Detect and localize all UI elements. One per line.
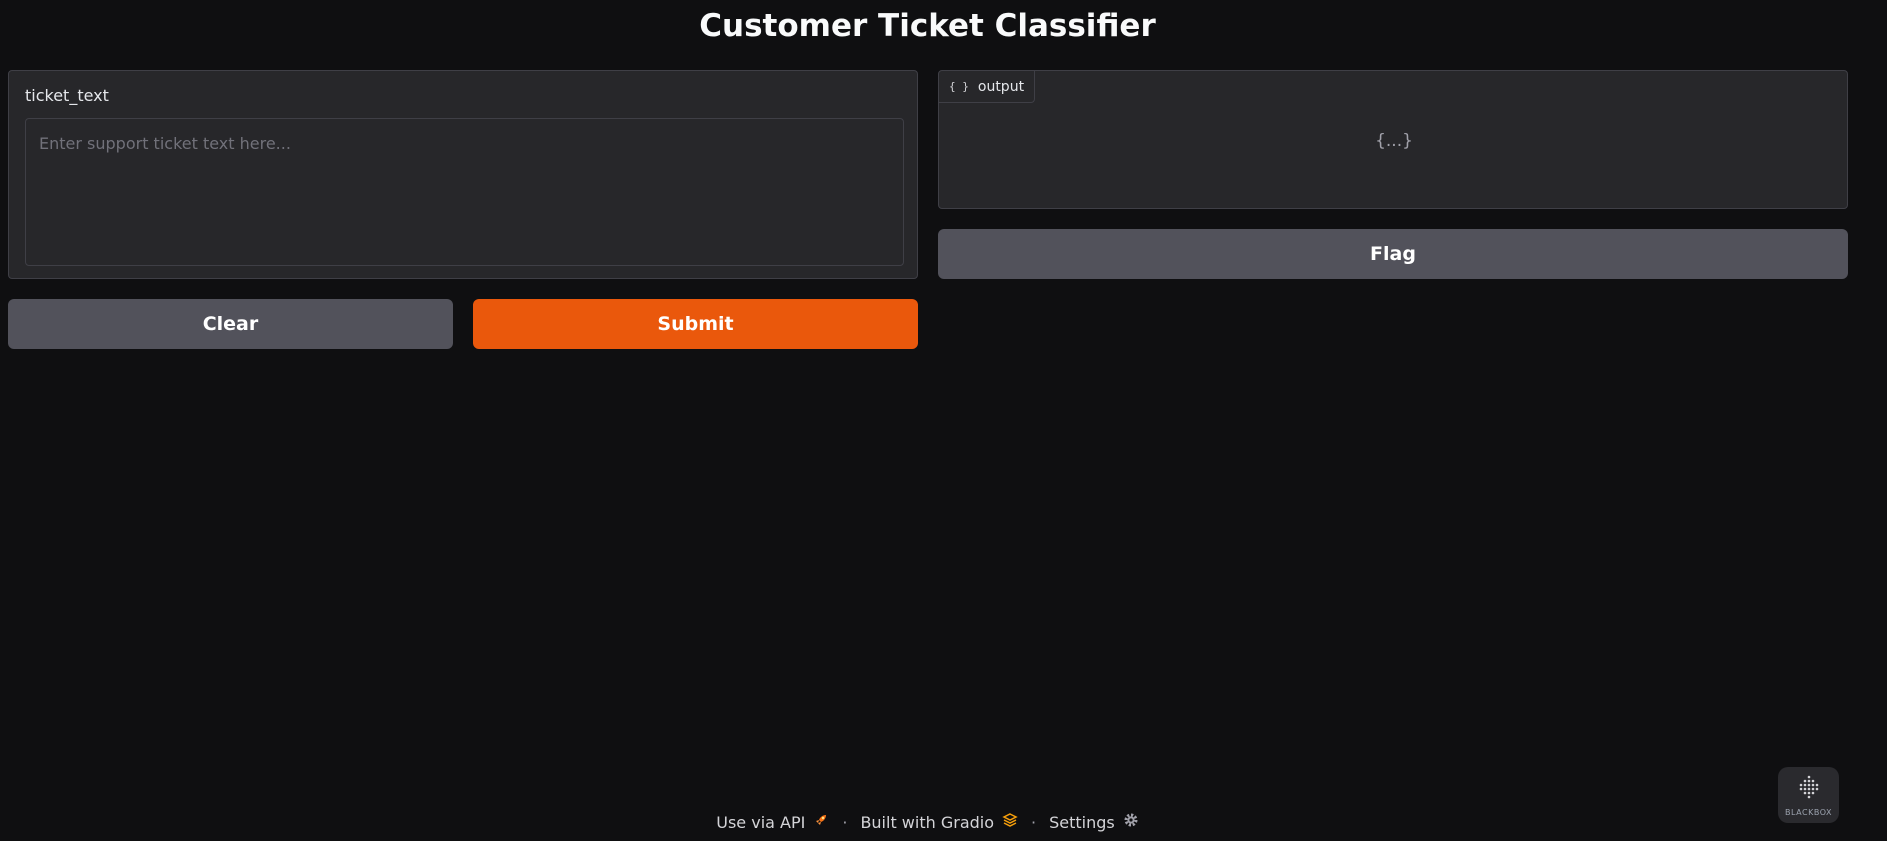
use-via-api-label: Use via API xyxy=(716,812,806,832)
submit-button[interactable]: Submit xyxy=(473,299,918,349)
ticket-text-label: ticket_text xyxy=(25,86,109,105)
flag-button[interactable]: Flag xyxy=(938,229,1848,279)
built-with-gradio-label: Built with Gradio xyxy=(860,812,995,832)
footer-separator: · xyxy=(1031,812,1037,832)
ticket-text-input[interactable] xyxy=(25,118,904,266)
footer-separator: · xyxy=(842,812,848,832)
braces-icon: { } xyxy=(949,80,969,93)
built-with-gradio-link[interactable]: Built with Gradio xyxy=(860,812,1018,832)
blackbox-badge-label: BLACKBOX xyxy=(1785,807,1832,817)
settings-label: Settings xyxy=(1049,812,1115,832)
output-label-tab: { } output xyxy=(939,71,1036,103)
gear-icon xyxy=(1123,812,1139,832)
use-via-api-link[interactable]: Use via API xyxy=(716,812,829,832)
page-title: Customer Ticket Classifier xyxy=(699,8,1156,44)
output-empty-placeholder: {...} xyxy=(1375,131,1413,151)
settings-link[interactable]: Settings xyxy=(1049,812,1139,832)
gradio-logo-icon xyxy=(1002,812,1018,832)
output-label: output xyxy=(977,78,1025,95)
blackbox-badge[interactable]: BLACKBOX xyxy=(1778,767,1839,823)
rocket-icon xyxy=(813,812,829,832)
output-panel: { } output {...} xyxy=(938,70,1848,209)
footer: Use via API · Built with Gradio · Settin… xyxy=(0,812,1855,832)
ticket-text-panel: ticket_text xyxy=(8,70,918,279)
clear-button[interactable]: Clear xyxy=(8,299,453,349)
blackbox-logo-icon xyxy=(1794,774,1824,806)
